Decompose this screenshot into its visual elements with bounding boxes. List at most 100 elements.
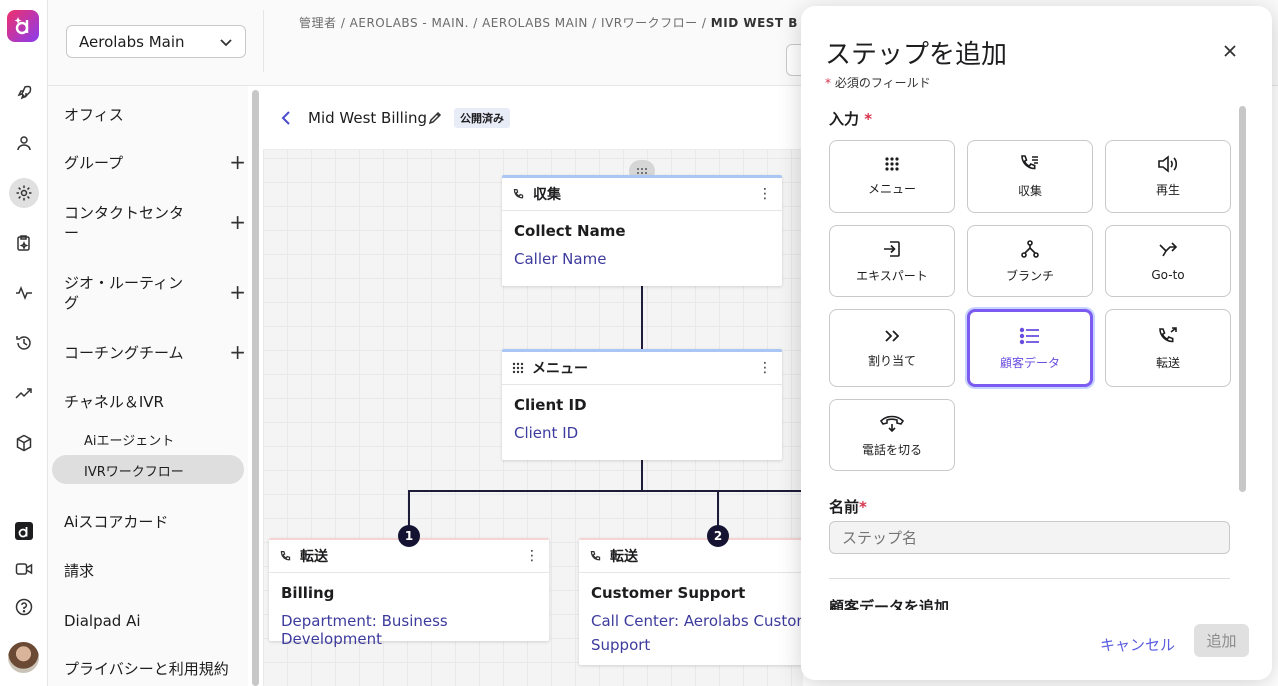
- activity-icon[interactable]: [9, 278, 39, 308]
- sidebar-item-label: コンタクトセンター: [64, 204, 185, 242]
- name-label: 名前*: [829, 498, 867, 516]
- node-detail[interactable]: Department: Business Development: [281, 612, 549, 648]
- sidebar-item-ai-scorecard[interactable]: Aiスコアカード: [64, 512, 234, 532]
- plus-icon[interactable]: +: [229, 212, 246, 232]
- pencil-icon[interactable]: [427, 110, 443, 126]
- connector-line: [641, 460, 643, 492]
- step-type-transfer[interactable]: 転送: [1105, 309, 1231, 387]
- step-type-goto[interactable]: Go-to: [1105, 225, 1231, 297]
- step-type-collect[interactable]: 収集: [967, 140, 1093, 213]
- goto-icon: [1158, 240, 1178, 260]
- modal-scrollbar[interactable]: [1239, 106, 1246, 492]
- input-label-text: 入力: [829, 110, 860, 128]
- workflow-node-collect[interactable]: 収集 ⋮ Collect Name Caller Name: [502, 175, 782, 286]
- close-icon[interactable]: [1223, 44, 1237, 58]
- node-type-label: 収集: [533, 187, 561, 203]
- sidebar-item-geo-routing[interactable]: ジオ・ルーティング +: [64, 273, 246, 313]
- workflow-canvas[interactable]: Mid West Billing 公開済み 収集 ⋮ Collect Name …: [263, 86, 803, 686]
- sidebar-item-label: プライバシーと利用規約: [64, 660, 229, 678]
- node-name: Client ID: [514, 396, 587, 414]
- trend-icon[interactable]: [9, 378, 39, 408]
- name-label-text: 名前: [829, 498, 860, 516]
- status-badge: 公開済み: [454, 108, 510, 128]
- gear-icon[interactable]: [9, 178, 39, 208]
- step-type-customer-data[interactable]: 顧客データ: [967, 309, 1093, 387]
- divider: [263, 10, 264, 72]
- step-type-label: 収集: [1017, 184, 1042, 198]
- settings-sidebar: オフィス グループ + コンタクトセンター + ジオ・ルーティング + コーチングチー…: [48, 86, 248, 686]
- workflow-header: Mid West Billing 公開済み: [263, 86, 803, 150]
- step-type-expert[interactable]: エキスパート: [829, 225, 955, 297]
- more-options-icon[interactable]: ⋮: [758, 187, 772, 201]
- step-type-hangup[interactable]: 電話を切る: [829, 399, 955, 471]
- step-type-label: Go-to: [1151, 268, 1185, 282]
- plus-icon[interactable]: +: [229, 282, 246, 302]
- video-icon[interactable]: [9, 554, 39, 584]
- phone-transfer-icon: [1157, 326, 1179, 346]
- node-name: Billing: [281, 584, 335, 602]
- double-chevron-icon: [883, 328, 901, 344]
- sidebar-item-groups[interactable]: グループ +: [64, 152, 246, 173]
- org-selector-label: Aerolabs Main: [79, 32, 185, 51]
- sidebar-item-label: Dialpad Ai: [64, 612, 141, 630]
- step-name-input[interactable]: [829, 521, 1230, 554]
- sidebar-item-office[interactable]: オフィス: [64, 105, 234, 125]
- cube-icon[interactable]: [9, 428, 39, 458]
- dialpad-logo-icon[interactable]: [7, 10, 39, 42]
- step-type-assign[interactable]: 割り当て: [829, 309, 955, 387]
- avatar[interactable]: [8, 642, 39, 673]
- sidebar-item-dialpad-ai[interactable]: Dialpad Ai: [64, 611, 234, 631]
- sidebar-item-label: Aiスコアカード: [64, 513, 169, 531]
- node-header: 転送: [579, 540, 803, 573]
- hangup-icon: [879, 413, 905, 433]
- chevron-down-icon: [219, 35, 233, 49]
- sidebar-scrollbar[interactable]: [252, 90, 259, 686]
- node-type-label: 転送: [300, 549, 328, 565]
- cancel-button[interactable]: キャンセル: [1100, 634, 1175, 655]
- node-header: メニュー: [502, 352, 782, 385]
- workflow-title: Mid West Billing: [308, 109, 428, 127]
- workflow-node-transfer-billing[interactable]: 転送 ⋮ Billing Department: Business Develo…: [269, 538, 549, 648]
- dialpad-app-icon[interactable]: [9, 516, 39, 546]
- required-asterisk: *: [825, 76, 835, 90]
- node-detail-continued[interactable]: Support: [591, 636, 650, 654]
- phone-collect-icon: [512, 188, 525, 201]
- sidebar-subitem-ivr-workflow[interactable]: IVRワークフロー: [84, 461, 184, 480]
- step-type-menu[interactable]: メニュー: [829, 140, 955, 213]
- breadcrumb-path[interactable]: 管理者 / AEROLABS - MAIN. / AEROLABS MAIN /…: [299, 16, 711, 30]
- node-detail[interactable]: Client ID: [514, 424, 578, 442]
- sidebar-subitem-ai-agent[interactable]: Aiエージェント: [84, 430, 174, 449]
- modal-footer: キャンセル 追加: [801, 610, 1272, 680]
- back-icon[interactable]: [279, 110, 293, 126]
- phone-collect-icon: [1019, 154, 1041, 174]
- sidebar-item-channels-ivr[interactable]: チャネル＆IVR: [64, 392, 234, 412]
- sidebar-item-billing[interactable]: 請求: [64, 561, 234, 581]
- plus-icon[interactable]: +: [229, 152, 246, 172]
- sidebar-item-label: オフィス: [64, 106, 124, 124]
- breadcrumb-current: MID WEST B: [710, 16, 798, 30]
- user-icon[interactable]: [9, 128, 39, 158]
- workflow-node-menu[interactable]: メニュー ⋮ Client ID Client ID: [502, 349, 782, 460]
- sidebar-item-privacy[interactable]: プライバシーと利用規約: [64, 659, 234, 679]
- history-icon[interactable]: [9, 328, 39, 358]
- more-options-icon[interactable]: ⋮: [758, 361, 772, 375]
- node-detail[interactable]: Caller Name: [514, 250, 606, 268]
- node-detail[interactable]: Call Center: Aerolabs Customer: [591, 612, 803, 630]
- workflow-node-transfer-support[interactable]: 転送 Customer Support Call Center: Aerolab…: [579, 538, 803, 665]
- clipboard-sparkle-icon[interactable]: [9, 228, 39, 258]
- sidebar-item-coaching-teams[interactable]: コーチングチーム +: [64, 342, 246, 363]
- speaker-icon: [1157, 155, 1179, 173]
- keypad-icon: [512, 362, 524, 374]
- more-options-icon[interactable]: ⋮: [525, 549, 539, 563]
- breadcrumb[interactable]: 管理者 / AEROLABS - MAIN. / AEROLABS MAIN /…: [299, 14, 798, 31]
- step-type-label: ブランチ: [1005, 268, 1054, 283]
- step-type-play[interactable]: 再生: [1105, 140, 1231, 213]
- rocket-icon[interactable]: [9, 78, 39, 108]
- sidebar-item-label: ジオ・ルーティング: [64, 274, 184, 312]
- help-icon[interactable]: [9, 592, 39, 622]
- add-button[interactable]: 追加: [1194, 624, 1249, 657]
- plus-icon[interactable]: +: [229, 342, 246, 362]
- org-selector[interactable]: Aerolabs Main: [66, 25, 246, 58]
- step-type-branch[interactable]: ブランチ: [967, 225, 1093, 297]
- sidebar-item-contact-center[interactable]: コンタクトセンター +: [64, 203, 246, 243]
